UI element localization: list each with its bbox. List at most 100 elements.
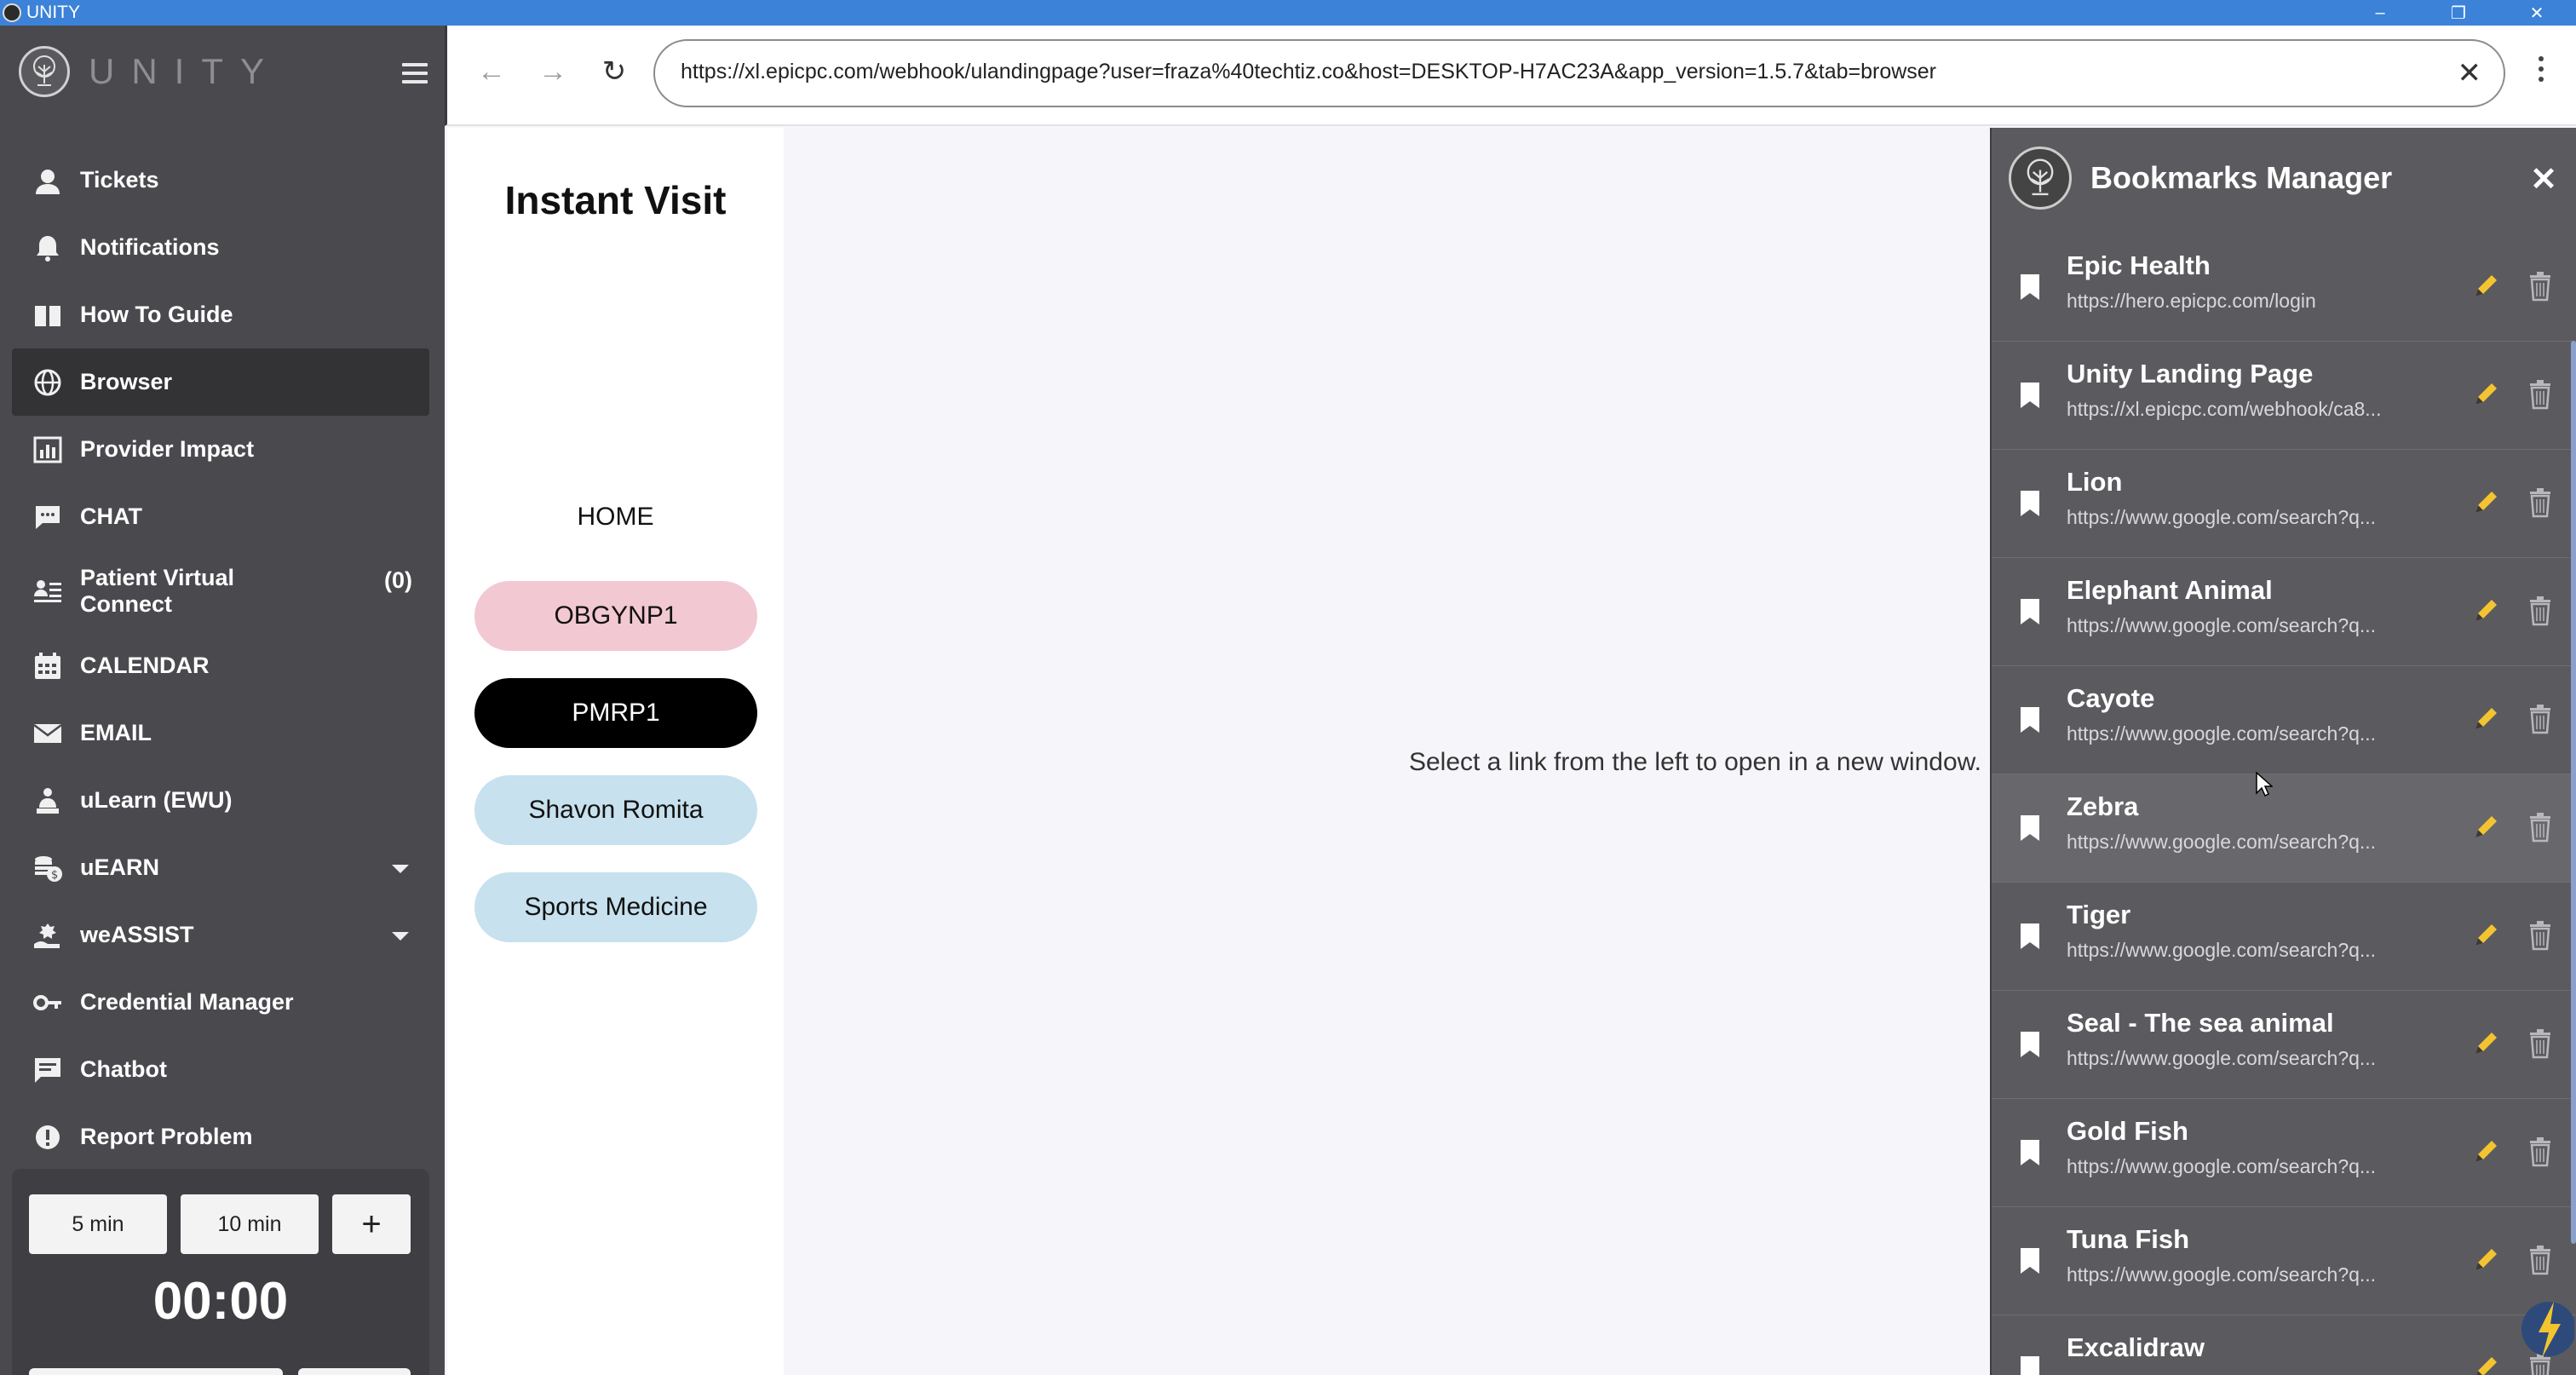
bookmark-name: Zebra [2067,791,2139,821]
edit-pencil-icon[interactable] [2470,920,2501,951]
bookmark-item[interactable]: Zebra https://www.google.com/search?q... [1992,774,2576,883]
bookmark-item[interactable]: Excalidraw [1992,1315,2576,1375]
edit-pencil-icon[interactable] [2470,379,2501,410]
alert-icon [31,1120,65,1154]
sidebar-item-label: Provider Impact [80,436,255,462]
bookmark-item[interactable]: Lion https://www.google.com/search?q... [1992,450,2576,558]
bookmark-item[interactable]: Elephant Animal https://www.google.com/se… [1992,558,2576,666]
sidebar-item-label: EMAIL [80,720,152,745]
edit-pencil-icon[interactable] [2470,487,2501,518]
close-icon[interactable]: ✕ [2530,160,2557,198]
edit-pencil-icon[interactable] [2470,812,2501,843]
edit-pencil-icon[interactable] [2470,1245,2501,1275]
bookmark-item[interactable]: Tiger https://www.google.com/search?q... [1992,883,2576,991]
bookmark-item[interactable]: Epic Health https://hero.epicpc.com/login [1992,233,2576,342]
bookmark-item[interactable]: Seal - The sea animal https://www.google.… [1992,991,2576,1099]
reload-icon[interactable]: ↻ [597,55,631,89]
sidebar-item-uearn[interactable]: $ uEARN [12,834,429,901]
bookmark-url: https://www.google.com/search?q... [2067,1047,2377,1069]
sidebar-item-label: uEARN [80,854,159,880]
sidebar-item-weassist[interactable]: weASSIST [12,901,429,969]
address-bar[interactable]: https://xl.epicpc.com/webhook/ulandingpa… [653,39,2505,107]
trash-icon[interactable] [2528,487,2552,518]
trash-icon[interactable] [2528,1136,2552,1167]
bookmark-item[interactable]: Tuna Fish https://www.google.com/search?q… [1992,1207,2576,1315]
forward-arrow-icon[interactable]: → [536,55,570,89]
clear-url-icon[interactable]: ✕ [2458,56,2482,90]
timer-add-button[interactable]: + [332,1194,411,1254]
bookmark-icon [2021,491,2039,516]
home-link[interactable]: HOME [447,503,784,532]
sidebar-item-credential-manager[interactable]: Credential Manager [12,969,429,1036]
sidebar-item-calendar[interactable]: CALENDAR [12,632,429,699]
back-arrow-icon[interactable]: ← [474,55,509,89]
bookmark-item[interactable]: Cayote https://www.google.com/search?q... [1992,666,2576,774]
scrollbar[interactable] [2571,341,2576,1244]
trash-icon[interactable] [2528,1028,2552,1059]
trash-icon[interactable] [2528,271,2552,302]
sidebar-item-count: (0) [384,567,412,593]
sidebar-item-how-to-guide[interactable]: How To Guide [12,281,429,348]
sidebar-item-patient-virtual-connect[interactable]: Patient Virtual Connect (0) [12,550,429,632]
bookmarks-manager-panel: Bookmarks Manager ✕ Epic Health https://h… [1990,128,2576,1375]
trash-icon[interactable] [2528,704,2552,734]
bookmark-url: https://xl.epicpc.com/webhook/ca8... [2067,398,2382,420]
edit-pencil-icon[interactable] [2470,1136,2501,1167]
chat-bubble-icon [31,500,65,534]
trash-icon[interactable] [2528,379,2552,410]
sidebar-item-tickets[interactable]: Tickets [12,147,429,214]
sidebar-item-email[interactable]: EMAIL [12,699,429,767]
edit-pencil-icon[interactable] [2470,595,2501,626]
bookmark-item[interactable]: Unity Landing Page https://xl.epicpc.com/… [1992,342,2576,450]
timer-display: 00:00 [152,1272,289,1331]
learner-icon [31,784,65,818]
minimize-button[interactable]: – [2341,0,2419,26]
chevron-down-icon[interactable] [392,932,409,941]
sidebar-item-chatbot[interactable]: Chatbot [12,1036,429,1103]
timer-play-button[interactable] [29,1368,283,1375]
link-shavon-romita[interactable]: Shavon Romita [474,775,757,845]
address-bar-url[interactable]: https://xl.epicpc.com/webhook/ulandingpa… [681,60,1936,84]
trash-icon[interactable] [2528,920,2552,951]
bookmark-item[interactable]: Gold Fish https://www.google.com/search?q… [1992,1099,2576,1207]
globe-icon [31,365,65,400]
sidebar-item-chat[interactable]: CHAT [12,483,429,550]
timer-5min-button[interactable]: 5 min [29,1194,167,1254]
chart-icon [31,433,65,467]
bookmark-name: Tuna Fish [2067,1224,2190,1254]
bookmarks-title: Bookmarks Manager [2090,160,2393,195]
close-window-button[interactable]: ✕ [2498,0,2576,26]
trash-icon[interactable] [2528,812,2552,843]
sidebar-item-report-problem[interactable]: Report Problem [12,1103,429,1171]
sidebar-item-notifications[interactable]: Notifications [12,214,429,281]
trash-icon[interactable] [2528,595,2552,626]
restore-button[interactable]: ❐ [2419,0,2498,26]
sidebar-item-browser[interactable]: Browser [12,348,429,416]
sidebar-item-label: Browser [80,369,173,394]
trash-icon[interactable] [2528,1245,2552,1275]
bookmark-url: https://www.google.com/search?q... [2067,722,2377,745]
sidebar-item-label: Chatbot [80,1056,167,1082]
support-agent-icon [31,164,65,198]
menu-toggle-icon[interactable] [402,63,428,83]
app-logo-icon [3,3,21,22]
chevron-down-icon[interactable] [392,865,409,873]
edit-pencil-icon[interactable] [2470,271,2501,302]
sidebar-item-provider-impact[interactable]: Provider Impact [12,416,429,483]
more-options-icon[interactable] [2539,56,2545,82]
edit-pencil-icon[interactable] [2470,1028,2501,1059]
edit-pencil-icon[interactable] [2470,704,2501,734]
link-sports-medicine[interactable]: Sports Medicine [474,872,757,942]
timer-history-button[interactable] [298,1368,411,1375]
brand-name: UNITY [89,51,281,91]
bookmark-name: Elephant Animal [2067,575,2273,605]
link-obgynp1[interactable]: OBGYNP1 [474,581,757,651]
bookmark-url: https://www.google.com/search?q... [2067,1155,2377,1177]
instant-visit-pane: Instant Visit HOME OBGYNP1 PMRP1 Shavon … [447,128,784,1375]
bookmark-url: https://www.google.com/search?q... [2067,939,2377,961]
timer-10min-button[interactable]: 10 min [181,1194,319,1254]
link-pmrp1[interactable]: PMRP1 [474,678,757,748]
bookmark-url: https://www.google.com/search?q... [2067,1263,2377,1286]
edit-pencil-icon[interactable] [2470,1353,2501,1375]
sidebar-item-ulearn[interactable]: uLearn (EWU) [12,767,429,834]
